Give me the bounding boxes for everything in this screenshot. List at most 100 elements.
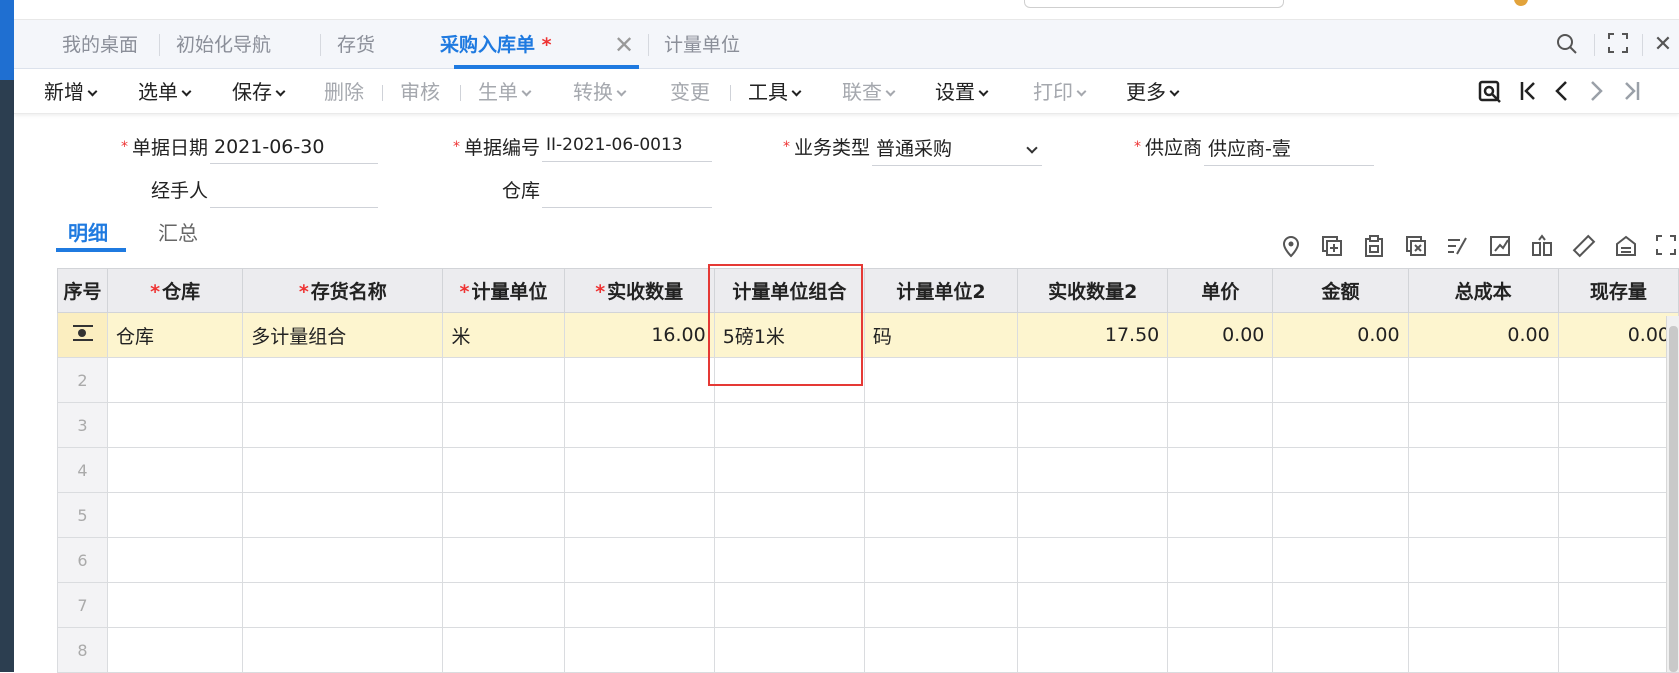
fullscreen-grid-icon[interactable] <box>1653 234 1679 260</box>
cell[interactable] <box>1557 537 1679 583</box>
cell[interactable] <box>1017 537 1169 583</box>
col-header-warehouse[interactable]: * 仓库 <box>107 268 244 313</box>
copy-row-icon[interactable] <box>1361 234 1387 260</box>
export-icon[interactable] <box>1487 234 1513 260</box>
first-record-icon[interactable] <box>1514 79 1542 107</box>
query-button[interactable]: 联查 <box>842 80 896 104</box>
cell[interactable] <box>442 537 565 583</box>
cell[interactable] <box>1272 582 1409 628</box>
cell[interactable] <box>713 582 865 628</box>
cell[interactable] <box>863 537 1019 583</box>
cell[interactable] <box>1557 447 1679 493</box>
biz-type-select[interactable]: 普通采购 <box>872 134 1042 166</box>
table-row[interactable]: 6 <box>56 537 1679 583</box>
tab-purchase-receipt[interactable]: 采购入库单 * <box>440 32 552 58</box>
cell-unit[interactable]: 米 <box>442 312 565 358</box>
cell[interactable] <box>442 447 565 493</box>
cell[interactable] <box>1557 492 1679 538</box>
cell[interactable] <box>563 492 715 538</box>
cell[interactable] <box>1272 402 1409 448</box>
cell[interactable] <box>1407 492 1559 538</box>
cell[interactable] <box>563 582 715 628</box>
doc-date-field[interactable]: 2021-06-30 <box>210 132 378 164</box>
location-icon[interactable] <box>1278 234 1304 260</box>
cell[interactable] <box>107 627 244 673</box>
doc-no-field[interactable]: II-2021-06-0013 <box>542 130 712 162</box>
cell[interactable] <box>242 402 444 448</box>
cell[interactable] <box>1272 537 1409 583</box>
cell[interactable] <box>1407 357 1559 403</box>
cell[interactable] <box>863 402 1019 448</box>
table-row[interactable]: 4 <box>56 447 1679 493</box>
previous-record-icon[interactable] <box>1548 79 1576 107</box>
cell[interactable] <box>1017 627 1169 673</box>
split-icon[interactable] <box>1529 234 1555 260</box>
cell[interactable] <box>1017 582 1169 628</box>
cell-price[interactable]: 0.00 <box>1167 312 1274 358</box>
cell[interactable] <box>713 402 865 448</box>
table-row[interactable]: 5 <box>56 492 1679 538</box>
cell[interactable] <box>1017 357 1169 403</box>
cell[interactable] <box>1167 582 1274 628</box>
cell[interactable] <box>713 627 865 673</box>
cell[interactable] <box>1167 402 1274 448</box>
cell[interactable] <box>863 357 1019 403</box>
cell-unit2[interactable]: 码 <box>863 312 1019 358</box>
settings-button[interactable]: 设置 <box>935 80 989 104</box>
cell[interactable] <box>1407 627 1559 673</box>
cell[interactable] <box>1167 492 1274 538</box>
cell-stock[interactable]: 0.00 <box>1557 312 1679 358</box>
preview-icon[interactable] <box>1476 79 1504 107</box>
cell[interactable] <box>442 582 565 628</box>
cell[interactable] <box>242 357 444 403</box>
col-header-qty2[interactable]: 实收数量2 <box>1017 268 1169 313</box>
cell[interactable] <box>563 402 715 448</box>
cell[interactable] <box>242 447 444 493</box>
next-record-icon[interactable] <box>1582 79 1610 107</box>
cell[interactable] <box>1272 447 1409 493</box>
cell[interactable] <box>563 627 715 673</box>
cell[interactable] <box>863 447 1019 493</box>
table-row[interactable]: 仓库 多计量组合 米 16.00 5磅1米 码 17.50 0.00 0.00 … <box>56 312 1679 358</box>
table-row[interactable]: 7 <box>56 582 1679 628</box>
cell[interactable] <box>242 537 444 583</box>
warehouse-field[interactable] <box>542 176 712 208</box>
cell[interactable] <box>713 357 865 403</box>
tab-summary[interactable]: 汇总 <box>158 220 198 246</box>
tab-init-guide[interactable]: 初始化导航 <box>176 32 271 58</box>
change-button[interactable]: 变更 <box>670 80 710 104</box>
col-header-unit2[interactable]: 计量单位2 <box>863 268 1019 313</box>
col-header-unit[interactable]: * 计量单位 <box>442 268 565 313</box>
cell-unit-combo[interactable]: 5磅1米 <box>713 312 865 358</box>
tab-inventory[interactable]: 存货 <box>337 32 375 58</box>
warehouse-icon[interactable] <box>1613 234 1639 260</box>
cell[interactable] <box>563 537 715 583</box>
cell-total-cost[interactable]: 0.00 <box>1407 312 1559 358</box>
cell[interactable] <box>1167 537 1274 583</box>
col-header-item-name[interactable]: * 存货名称 <box>242 268 444 313</box>
cell[interactable] <box>1167 627 1274 673</box>
cell[interactable] <box>1557 402 1679 448</box>
cell[interactable] <box>242 492 444 538</box>
cell[interactable] <box>1557 357 1679 403</box>
table-row[interactable]: 8 <box>56 627 1679 673</box>
cell[interactable] <box>1017 492 1169 538</box>
cell[interactable] <box>563 357 715 403</box>
cell[interactable] <box>1557 627 1679 673</box>
cell[interactable] <box>1272 627 1409 673</box>
col-header-price[interactable]: 单价 <box>1167 268 1274 313</box>
convert-button[interactable]: 转换 <box>573 80 627 104</box>
select-button[interactable]: 选单 <box>138 80 192 104</box>
search-icon[interactable] <box>1554 32 1580 58</box>
table-row[interactable]: 3 <box>56 402 1679 448</box>
audit-button[interactable]: 审核 <box>400 80 440 104</box>
tab-my-desktop[interactable]: 我的桌面 <box>62 32 138 58</box>
cell-item-name[interactable]: 多计量组合 <box>242 312 444 358</box>
cell[interactable] <box>1407 582 1559 628</box>
delete-row-icon[interactable] <box>1403 234 1429 260</box>
cell[interactable] <box>1407 402 1559 448</box>
grid-vertical-scrollbar[interactable] <box>1666 316 1679 672</box>
cell[interactable] <box>863 627 1019 673</box>
cell[interactable] <box>442 627 565 673</box>
close-window-icon[interactable]: ✕ <box>1650 32 1676 58</box>
